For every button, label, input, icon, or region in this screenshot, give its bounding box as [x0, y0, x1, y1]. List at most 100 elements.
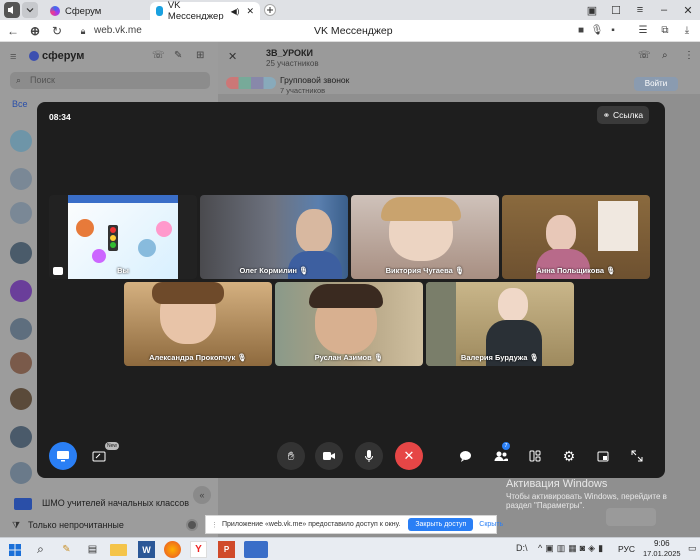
search-input[interactable]: ⌕ Поиск — [10, 72, 210, 89]
end-call-button[interactable]: ✕ — [395, 442, 423, 470]
participant-name: Анна Польщикова — [536, 266, 605, 275]
chat-avatar[interactable] — [10, 130, 32, 152]
gear-icon: ⚙︎ — [562, 447, 576, 464]
group-call-sub: 7 участников — [280, 86, 326, 95]
chat-avatar[interactable] — [10, 202, 32, 224]
participants-button[interactable] — [487, 442, 515, 470]
tab-close-icon[interactable]: ✕ — [246, 6, 254, 17]
powerpoint-app-icon[interactable]: P — [218, 541, 235, 558]
chat-search-icon[interactable]: ⌕ — [662, 50, 668, 61]
chat-subtitle: 25 участников — [266, 59, 319, 68]
collapse-sidebar-button[interactable]: « — [193, 486, 211, 504]
tab-sferum[interactable]: Сферум — [44, 2, 144, 20]
video-call-window: 08:34 ⚭ Ссылка Вы Олег Кормилин 🎙︎ Викто… — [37, 102, 665, 478]
raise-hand-button[interactable]: ✋︎ — [277, 442, 305, 470]
clock-date[interactable]: 17.01.2025 — [643, 549, 681, 558]
chat-more-icon[interactable]: ⋮ — [684, 50, 694, 61]
settings-button[interactable]: ⚙︎ — [555, 442, 583, 470]
yandex-icon[interactable]: ⊕ — [28, 24, 42, 38]
download-icon[interactable]: ⤓ — [680, 24, 694, 38]
language-indicator[interactable]: РУС — [618, 544, 635, 554]
toggle-switch[interactable] — [186, 519, 198, 531]
unread-only-toggle[interactable]: ⧩ Только непрочитанные — [0, 516, 218, 536]
fullscreen-button[interactable] — [623, 442, 651, 470]
network-status-icon[interactable]: D:\ — [516, 543, 528, 553]
stop-sharing-button[interactable]: Закрыть доступ — [408, 518, 474, 531]
chat-avatar[interactable] — [10, 280, 32, 302]
microphone-icon — [365, 450, 373, 462]
bookmarks-icon[interactable]: ☐ — [604, 0, 628, 20]
back-icon[interactable]: ← — [6, 24, 20, 38]
tab-list-button[interactable] — [22, 2, 38, 18]
firefox-app-icon[interactable] — [164, 541, 181, 558]
clock-time[interactable]: 9:06 — [654, 539, 670, 548]
participant-tile-self[interactable]: Вы — [49, 195, 197, 279]
camera-button[interactable] — [315, 442, 343, 470]
search-icon: ⌕ — [16, 75, 22, 85]
mic-muted-icon: 🎙︎ — [529, 353, 540, 362]
participant-tile[interactable]: Олег Кормилин 🎙︎ — [200, 195, 348, 279]
tab-vk-messenger[interactable]: VK Мессенджер ◀) ✕ — [150, 0, 260, 22]
camera-indicator-icon[interactable]: ■ — [574, 24, 588, 38]
menu-icon[interactable]: ≡ — [10, 51, 16, 63]
sferum-logo-icon — [29, 51, 39, 61]
message-input[interactable] — [606, 508, 656, 526]
search-taskbar-icon[interactable]: ⌕ — [32, 541, 49, 558]
word-app-icon[interactable]: W — [138, 541, 155, 558]
hand-icon: ✋︎ — [287, 448, 295, 463]
chat-avatar[interactable] — [10, 242, 32, 264]
refresh-icon[interactable]: ↻ — [50, 24, 64, 38]
close-window-icon[interactable]: ✕ — [676, 0, 700, 20]
reader-icon[interactable]: ☰ — [636, 24, 650, 38]
join-call-button[interactable]: Войти — [634, 77, 678, 91]
downloads-icon[interactable]: ▣ — [580, 0, 604, 20]
mic-indicator-icon[interactable]: 🎙︎ — [590, 24, 604, 38]
new-chat-icon[interactable]: ✎ — [174, 50, 182, 61]
call-icon[interactable]: ☏ — [638, 50, 651, 61]
expand-icon — [631, 450, 643, 462]
hide-button[interactable]: Скрыть — [479, 521, 503, 528]
chat-avatar[interactable] — [10, 318, 32, 340]
file-explorer-icon[interactable] — [110, 544, 127, 556]
mic-muted-icon: 🎙︎ — [237, 353, 247, 362]
yandex-browser-icon[interactable]: Y — [190, 541, 207, 558]
minimize-call-button[interactable] — [589, 442, 617, 470]
minimize-icon[interactable]: – — [652, 0, 676, 20]
participant-tile[interactable]: Валерия Бурдужа 🎙︎ — [426, 282, 574, 366]
media-app-icon[interactable]: ▤ — [84, 541, 101, 558]
participant-tile[interactable]: Александра Прокопчук 🎙︎ — [124, 282, 272, 366]
participant-tile[interactable]: Виктория Чугаева 🎙︎ — [351, 195, 499, 279]
translate-icon[interactable]: ⧉ — [658, 24, 672, 38]
participant-tile[interactable]: Анна Польщикова 🎙︎ — [502, 195, 650, 279]
browser-menu-button[interactable] — [4, 2, 20, 18]
microphone-button[interactable] — [355, 442, 383, 470]
shared-window-icon[interactable] — [244, 541, 268, 558]
notifications-icon[interactable]: ▭ — [688, 543, 697, 554]
close-chat-icon[interactable]: ✕ — [228, 50, 237, 63]
participant-tile[interactable]: Руслан Азимов 🎙︎ — [275, 282, 423, 366]
new-call-icon[interactable]: ☏ — [152, 50, 165, 61]
url-text[interactable]: web.vk.me — [94, 25, 142, 36]
more-icon[interactable]: ≡ — [628, 0, 652, 20]
filter-all-chip[interactable]: Все — [12, 99, 28, 109]
tray-icons[interactable]: ^▣▥▦◙◈▮ — [538, 543, 606, 554]
screen-share-button[interactable] — [49, 442, 77, 470]
address-bar: ← ⊕ ↻ 🔒︎ web.vk.me VK Мессенджер ■ 🎙︎ ▪ … — [0, 20, 700, 42]
chat-avatar[interactable] — [10, 426, 32, 448]
copy-link-button[interactable]: ⚭ Ссылка — [597, 106, 649, 124]
chat-avatar[interactable] — [10, 352, 32, 374]
grid-layout-icon — [529, 450, 541, 462]
chevron-down-icon — [26, 8, 34, 13]
new-tab-button[interactable] — [263, 2, 277, 18]
shield-icon[interactable]: ▪ — [606, 24, 620, 38]
chat-button[interactable] — [451, 442, 479, 470]
participant-name: Виктория Чугаева — [385, 266, 453, 275]
chat-avatar[interactable] — [10, 388, 32, 410]
compose-icon[interactable]: ⊞ — [196, 50, 204, 61]
chat-avatar[interactable] — [10, 462, 32, 484]
layout-button[interactable] — [521, 442, 549, 470]
chat-item-shmo[interactable]: ШМО учителей начальных классов — [0, 494, 218, 514]
paint-app-icon[interactable]: ✎ — [58, 541, 75, 558]
chat-avatar[interactable] — [10, 168, 32, 190]
start-button[interactable] — [6, 541, 23, 558]
